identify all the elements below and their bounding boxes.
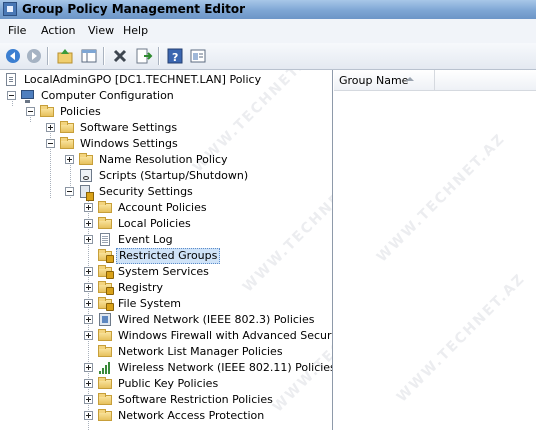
watermark-text: WWW.TECHNET.AZ (393, 270, 529, 406)
tree-node-label: System Services (118, 265, 209, 278)
expand-toggle[interactable] (84, 379, 93, 388)
expand-toggle[interactable] (84, 411, 93, 420)
expand-toggle[interactable] (84, 315, 93, 324)
up-folder-icon[interactable] (55, 46, 75, 66)
expand-toggle[interactable] (84, 235, 93, 244)
expand-toggle[interactable] (84, 219, 93, 228)
locked-folder-icon (97, 280, 114, 296)
tree-node-label: Windows Firewall with Advanced Security (118, 329, 333, 342)
tree-node-label: LocalAdminGPO [DC1.TECHNET.LAN] Policy (24, 73, 262, 86)
tree-node-label: Local Policies (118, 217, 191, 230)
show-hide-tree-icon[interactable] (79, 46, 99, 66)
expand-toggle[interactable] (84, 395, 93, 404)
column-header-group-name[interactable]: Group Name (334, 70, 536, 91)
locked-folder-icon (97, 264, 114, 280)
tree-node-label: Policies (60, 105, 101, 118)
tree-node-label: Windows Settings (80, 137, 178, 150)
script-icon (78, 168, 94, 184)
export-list-icon[interactable] (134, 46, 154, 66)
back-icon[interactable] (3, 46, 23, 66)
folder-icon (59, 136, 75, 152)
locked-folder-icon (97, 248, 114, 264)
column-divider[interactable] (434, 70, 435, 90)
tree-node-label: Software Restriction Policies (118, 393, 273, 406)
collapse-toggle[interactable] (26, 107, 35, 116)
watermark-text: WWW.TECHNET.AZ (373, 130, 509, 266)
expand-toggle[interactable] (84, 363, 93, 372)
properties-icon[interactable] (188, 46, 208, 66)
folder-icon (97, 376, 113, 392)
tree-node-label: Public Key Policies (118, 377, 219, 390)
console-tree[interactable]: WWW.TECHNET.AZ WWW.TECHNET.AZ WWW.TECHNE… (0, 70, 333, 430)
folder-icon (97, 392, 113, 408)
tree-node-label: Name Resolution Policy (99, 153, 228, 166)
tree-node-label: Wired Network (IEEE 802.3) Policies (118, 313, 315, 326)
column-header-label: Group Name (339, 74, 409, 87)
security-settings-icon (78, 184, 94, 201)
tree-node-label: File System (118, 297, 181, 310)
folder-icon (97, 408, 113, 424)
help-icon[interactable]: ? (165, 46, 185, 66)
folder-icon (97, 200, 113, 216)
menu-file[interactable]: File (8, 24, 26, 37)
folder-icon (97, 328, 113, 344)
watermark-text: WWW.TECHNET.AZ (239, 160, 333, 296)
menu-action[interactable]: Action (41, 24, 75, 37)
folder-icon (97, 216, 113, 232)
collapse-toggle[interactable] (65, 187, 74, 196)
menu-bar: File Action View Help (0, 19, 536, 44)
tree-node-label: Registry (118, 281, 164, 294)
toolbar: ? (0, 43, 536, 70)
details-pane[interactable]: Group Name WWW.TECHNET.AZ WWW.TECHNET.AZ (334, 70, 536, 430)
computer-icon (20, 88, 36, 104)
expand-toggle[interactable] (84, 299, 93, 308)
tree-node-label: Event Log (118, 233, 173, 246)
wired-network-icon (97, 312, 113, 328)
folder-icon (78, 152, 94, 168)
delete-icon[interactable] (110, 46, 130, 66)
tree-node-label: Wireless Network (IEEE 802.11) Policies (118, 361, 333, 374)
tree-node-label: Security Settings (99, 185, 193, 198)
expand-toggle[interactable] (84, 203, 93, 212)
title-bar: Group Policy Management Editor (0, 0, 536, 19)
tree-node-label: Account Policies (118, 201, 207, 214)
svg-text:?: ? (172, 51, 178, 64)
tree-node-label: Scripts (Startup/Shutdown) (99, 169, 249, 182)
sort-ascending-icon (406, 77, 414, 81)
folder-icon (39, 104, 55, 120)
expand-toggle[interactable] (65, 155, 74, 164)
tree-node-label: Network List Manager Policies (118, 345, 283, 358)
expand-toggle[interactable] (84, 331, 93, 340)
forward-icon[interactable] (24, 46, 44, 66)
collapse-toggle[interactable] (46, 139, 55, 148)
menu-help[interactable]: Help (123, 24, 148, 37)
wireless-signal-icon (97, 360, 113, 376)
gpme-app-icon (3, 2, 17, 16)
window-title: Group Policy Management Editor (22, 2, 246, 16)
tree-node-label: Network Access Protection (118, 409, 265, 422)
folder-icon (59, 120, 75, 136)
policy-document-icon (3, 72, 19, 88)
tree-node-label: Restricted Groups (116, 248, 221, 264)
locked-folder-icon (97, 296, 114, 312)
menu-view[interactable]: View (88, 24, 114, 37)
collapse-toggle[interactable] (7, 91, 16, 100)
expand-toggle[interactable] (84, 267, 93, 276)
folder-icon (97, 344, 113, 360)
event-log-icon (97, 232, 113, 248)
tree-node-label: Software Settings (80, 121, 178, 134)
expand-toggle[interactable] (84, 283, 93, 292)
tree-node-label: Computer Configuration (41, 89, 174, 102)
expand-toggle[interactable] (46, 123, 55, 132)
